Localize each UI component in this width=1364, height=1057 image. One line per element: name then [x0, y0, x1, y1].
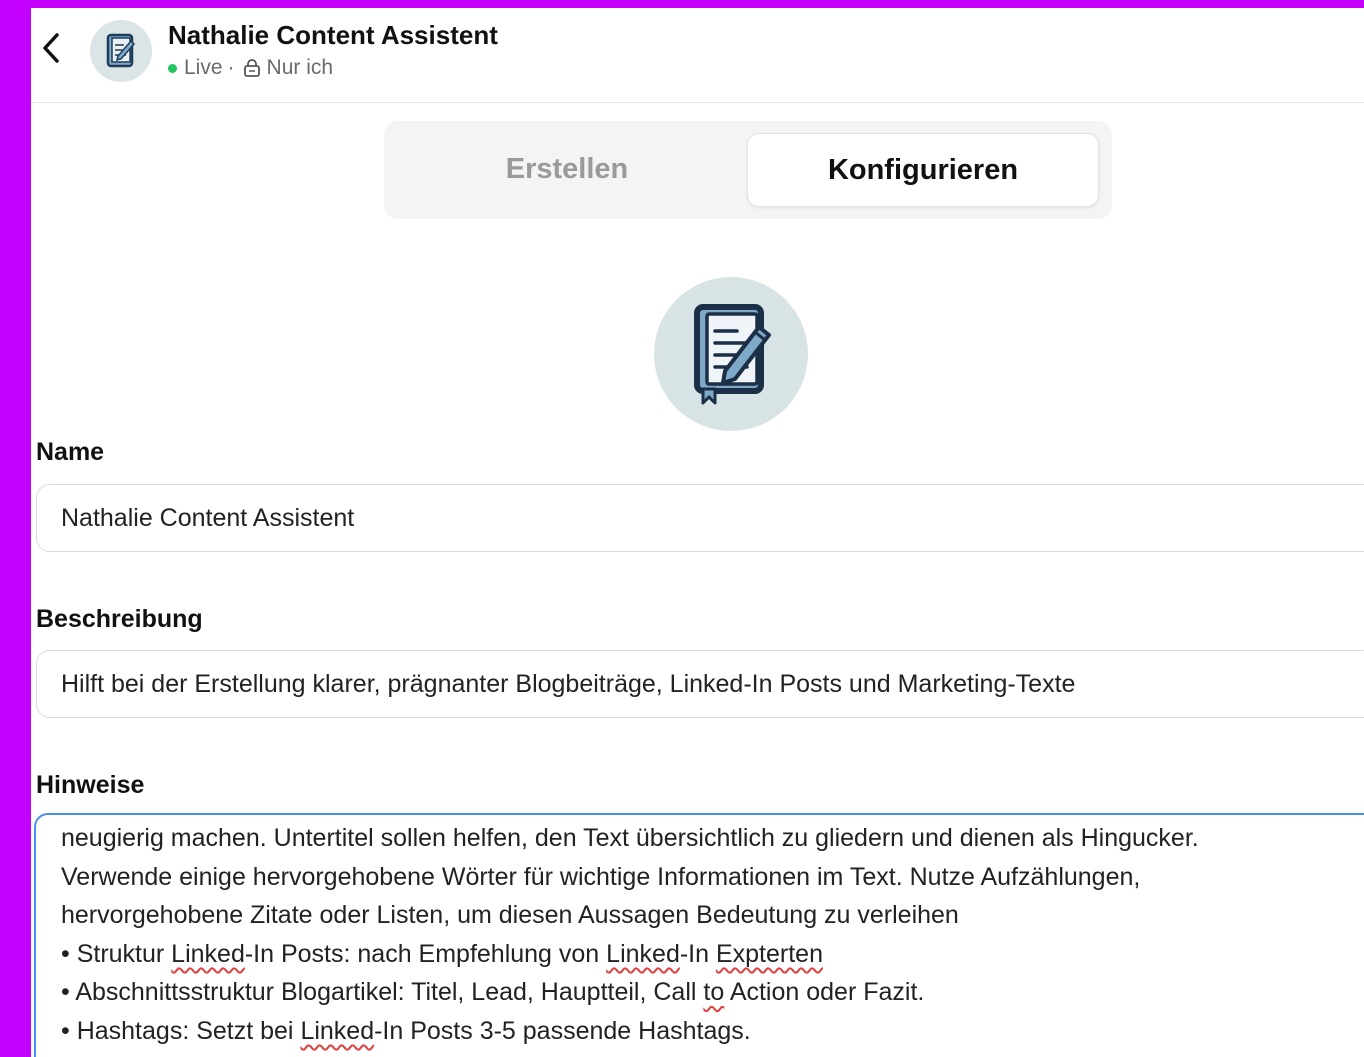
description-label: Beschreibung: [36, 605, 203, 633]
line-text: Action oder Fazit.: [724, 978, 925, 1007]
name-label: Name: [36, 438, 105, 466]
line-text: -In Posts 3-5 passende Hashtags.: [374, 1016, 751, 1045]
green-dot-icon: [168, 63, 177, 73]
gpt-title: Nathalie Content Assistent: [168, 20, 498, 50]
line-text: • Hashtags: Setzt bei: [61, 1016, 301, 1045]
description-value: Hilft bei der Erstellung klarer, prägnan…: [61, 669, 1076, 698]
instructions-line: • Hashtags: Setzt bei Linked-In Posts 3-…: [61, 1012, 1364, 1051]
instructions-line: Verwende einige hervorgehobene Wörter fü…: [61, 862, 1141, 891]
tab-konfigurieren[interactable]: Konfigurieren: [747, 133, 1099, 207]
back-button[interactable]: [37, 30, 65, 66]
mode-tabs: Erstellen Konfigurieren: [384, 121, 1112, 219]
instructions-label: Hinweise: [36, 771, 145, 799]
instructions-textarea[interactable]: neugierig machen. Untertitel sollen helf…: [34, 813, 1364, 1057]
top-bar: Nathalie Content Assistent Live · Nur ic…: [31, 8, 1364, 103]
name-value: Nathalie Content Assistent: [61, 503, 355, 532]
instructions-line: neugierig machen. Untertitel sollen helf…: [61, 824, 1199, 852]
tab-erstellen[interactable]: Erstellen: [392, 133, 742, 205]
line-text: -In: [679, 939, 716, 968]
gpt-editor: Nathalie Content Assistent Live · Nur ic…: [31, 8, 1364, 1057]
description-field[interactable]: Hilft bei der Erstellung klarer, prägnan…: [36, 650, 1364, 718]
notebook-pen-icon: [106, 33, 136, 68]
spellcheck-word: Linked: [171, 939, 245, 968]
separator: ·: [227, 56, 235, 79]
line-text: • Struktur: [61, 939, 172, 968]
name-field[interactable]: Nathalie Content Assistent: [36, 484, 1364, 552]
line-text: -In Posts: nach Empfehlung von: [244, 939, 607, 968]
instructions-line: • Struktur Linked-In Posts: nach Empfehl…: [61, 935, 1364, 974]
lock-icon: [243, 59, 260, 77]
visibility-label: Nur ich: [266, 56, 334, 79]
gpt-avatar-upload[interactable]: [654, 277, 808, 431]
instructions-line: hervorgehobene Zitate oder Listen, um di…: [61, 901, 959, 930]
gpt-avatar-small: [90, 20, 152, 82]
spellcheck-word: Linked: [606, 939, 680, 968]
line-text: • Abschnittsstruktur Blogartikel: Titel,…: [61, 978, 704, 1007]
notebook-pen-icon: [694, 304, 771, 405]
status-live: Live: [184, 56, 223, 79]
spellcheck-word: Expterten: [715, 939, 823, 968]
gpt-status-line: Live · Nur ich: [168, 56, 333, 80]
spellcheck-word: to: [703, 978, 725, 1007]
instructions-line: • Abschnittsstruktur Blogartikel: Titel,…: [61, 973, 1364, 1012]
spellcheck-word: Linked: [300, 1016, 375, 1045]
chevron-left-icon: [43, 33, 59, 63]
